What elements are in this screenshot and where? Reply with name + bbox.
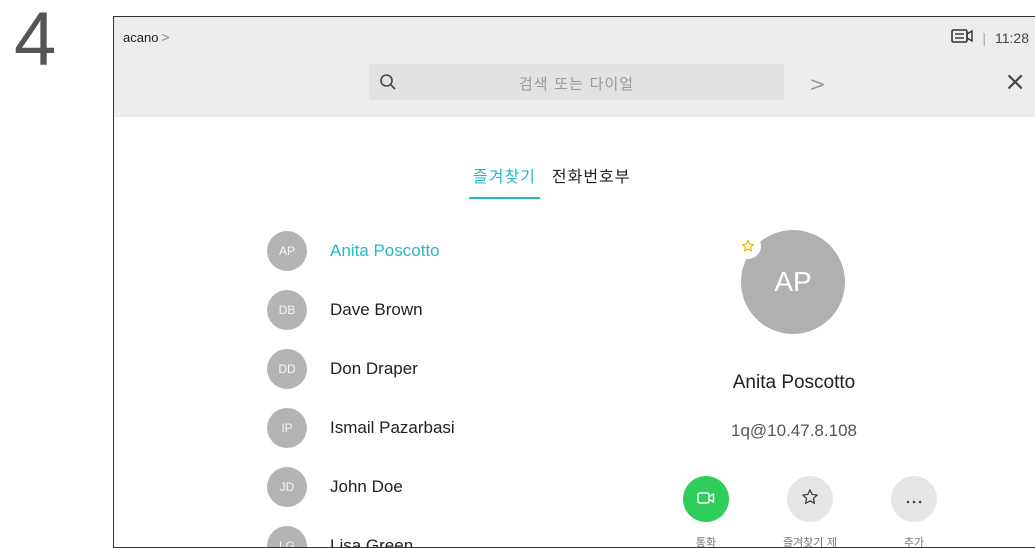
top-bar: acano > | 11:28 검색 또는 다이 (114, 17, 1035, 117)
call-button[interactable] (683, 476, 729, 522)
search-go-chevron-icon[interactable]: > (809, 72, 826, 96)
contact-name: Ismail Pazarbasi (330, 418, 455, 438)
contact-name: Dave Brown (330, 300, 423, 320)
detail-name: Anita Poscotto (674, 372, 914, 394)
breadcrumb[interactable]: acano > (123, 29, 170, 45)
chevron-right-icon: > (161, 29, 169, 45)
unfavorite-action[interactable]: 즐겨찾기 제 (758, 476, 862, 548)
list-item[interactable]: JD John Doe (267, 457, 455, 516)
list-item[interactable]: IP Ismail Pazarbasi (267, 398, 455, 457)
detail-address: 1q@10.47.8.108 (674, 421, 914, 441)
avatar: IP (267, 408, 307, 448)
avatar: JD (267, 467, 307, 507)
directory-tabs: 즐겨찾기 전화번호부 (469, 159, 643, 199)
video-camera-icon (697, 490, 715, 509)
contact-list: AP Anita Poscotto DB Dave Brown DD Don D… (267, 221, 455, 548)
list-item[interactable]: DB Dave Brown (267, 280, 455, 339)
contact-name: Lisa Green (330, 536, 413, 548)
avatar: AP (267, 231, 307, 271)
close-icon[interactable]: × (1004, 69, 1026, 95)
brand-label: acano (123, 30, 158, 45)
more-label: 추가 (904, 534, 924, 548)
list-item[interactable]: DD Don Draper (267, 339, 455, 398)
tab-directory[interactable]: 전화번호부 (548, 159, 635, 199)
contact-name: John Doe (330, 477, 403, 497)
avatar: DB (267, 290, 307, 330)
avatar: DD (267, 349, 307, 389)
device-screen: acano > | 11:28 검색 또는 다이 (113, 16, 1035, 548)
call-label: 통화 (696, 534, 716, 548)
star-icon (801, 488, 819, 510)
list-item[interactable]: AP Anita Poscotto (267, 221, 455, 280)
status-separator: | (982, 30, 986, 46)
unfavorite-label: 즐겨찾기 제 (783, 534, 837, 548)
self-view-icon[interactable] (951, 28, 973, 47)
contact-actions: 통화 즐겨찾기 제 (654, 476, 966, 548)
search-placeholder: 검색 또는 다이얼 (369, 73, 784, 94)
more-icon (905, 490, 923, 509)
clock: 11:28 (995, 30, 1029, 46)
avatar: LG (267, 526, 307, 548)
contact-name: Anita Poscotto (330, 241, 440, 261)
unfavorite-button[interactable] (787, 476, 833, 522)
favorite-star-icon (735, 233, 761, 259)
status-area: | 11:28 (951, 28, 1029, 47)
tab-favorites[interactable]: 즐겨찾기 (469, 159, 540, 199)
more-button[interactable] (891, 476, 937, 522)
call-action[interactable]: 통화 (654, 476, 758, 548)
search-input[interactable]: 검색 또는 다이얼 > (369, 64, 784, 100)
step-number: 4 (14, 2, 56, 78)
list-item[interactable]: LG Lisa Green (267, 516, 455, 548)
more-action[interactable]: 추가 (862, 476, 966, 548)
contact-name: Don Draper (330, 359, 418, 379)
